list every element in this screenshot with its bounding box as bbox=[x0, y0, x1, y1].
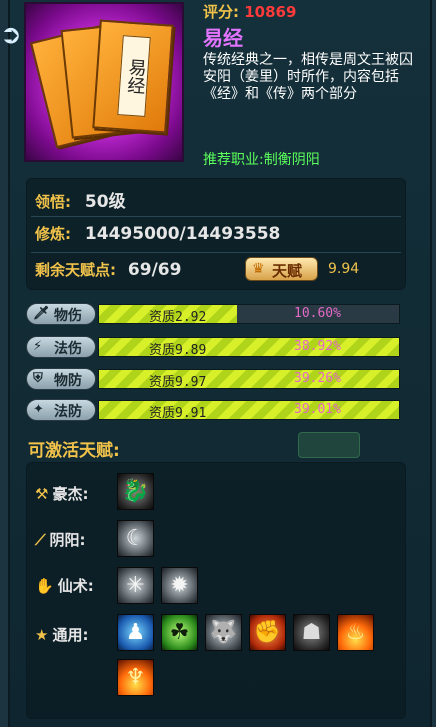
skill-icon-flame-aura[interactable]: ♨ bbox=[337, 614, 374, 651]
category-label: 阴阳: bbox=[49, 531, 86, 549]
book-icon: 易经 bbox=[92, 19, 174, 134]
item-description: 传统经典之一，相传是周文王被囚安阳（姜里）时所作，内容包括《经》和《传》两个部分 bbox=[203, 52, 413, 102]
comprehension-label: 领悟: bbox=[35, 193, 71, 211]
talents-box: ⚒ 豪杰: 🐉 ⟋ 阴阳: ☾ ✋ 仙术: ✳ ✹ ★ 通用: ♟ ☘ 🐺 ✊ ☗ ♨ … bbox=[26, 462, 406, 719]
talent-bonus-value: 9.94 bbox=[328, 261, 360, 277]
aptitude-tag[interactable]: ⛨ 物防 bbox=[26, 368, 96, 390]
sword-icon: 🗡 bbox=[33, 306, 50, 321]
faded-button bbox=[298, 432, 360, 458]
item-icon-yijing: 易经 bbox=[24, 2, 184, 162]
aptitude-percent: 38.92% bbox=[294, 339, 341, 354]
talent-button-label: 天赋 bbox=[272, 262, 303, 280]
recommended-class: 推荐职业:制衡阴阳 bbox=[203, 152, 320, 168]
aptitude-quality: 资质9.89 bbox=[149, 343, 207, 357]
pointer-arrow-icon: ➲ bbox=[0, 20, 22, 50]
talent-button[interactable]: ♛ 天赋 bbox=[245, 257, 318, 281]
rating-value: 10869 bbox=[244, 3, 297, 21]
aptitude-tag[interactable]: 🗡 物伤 bbox=[26, 303, 96, 325]
item-rating: 评分: 10869 bbox=[203, 1, 296, 22]
skill-icon-shadow[interactable]: ☗ bbox=[293, 614, 330, 651]
category-label: 豪杰: bbox=[52, 485, 89, 503]
crown-icon: ♛ bbox=[252, 261, 265, 277]
skill-icon-strength[interactable]: ☘ bbox=[161, 614, 198, 651]
aptitude-bar: 资质2.92 10.60% bbox=[98, 304, 400, 324]
rating-label: 评分: bbox=[203, 3, 239, 21]
aptitude-quality: 资质2.92 bbox=[149, 310, 207, 324]
aptitude-row: ⚡ 法伤 资质9.89 38.92% bbox=[26, 336, 404, 358]
aptitude-label: 物伤 bbox=[54, 308, 82, 324]
aptitude-bar: 资质9.89 38.92% bbox=[98, 337, 400, 357]
aptitude-tag[interactable]: ✦ 法防 bbox=[26, 399, 96, 421]
aptitude-quality: 资质9.97 bbox=[149, 375, 207, 389]
skill-icon-meditate[interactable]: ♟ bbox=[117, 614, 154, 651]
activatable-talents-title: 可激活天赋: bbox=[28, 441, 120, 461]
skill-icon-dragon[interactable]: 🐉 bbox=[117, 473, 154, 510]
shield-icon: ⛨ bbox=[33, 371, 43, 386]
aptitude-percent: 39.26% bbox=[294, 371, 341, 386]
star-icon: ★ bbox=[35, 626, 49, 644]
divider bbox=[31, 252, 401, 253]
skill-icon-wolf[interactable]: 🐺 bbox=[205, 614, 242, 651]
aptitude-percent: 39.01% bbox=[294, 402, 341, 417]
comprehension-row: 领悟: 50级 bbox=[35, 187, 126, 212]
category-label: 仙术: bbox=[57, 577, 94, 595]
aptitude-bar-fill bbox=[99, 401, 399, 419]
training-value: 14495000/14493558 bbox=[84, 224, 281, 244]
talent-points-value: 69/69 bbox=[127, 260, 182, 280]
axe-icon: ⚒ bbox=[35, 485, 49, 503]
aptitude-bar-fill bbox=[99, 338, 399, 356]
skill-icon-wind-slash[interactable]: ☾ bbox=[117, 520, 154, 557]
skill-icon-fist[interactable]: ✊ bbox=[249, 614, 286, 651]
aptitude-label: 物防 bbox=[54, 373, 82, 389]
aptitude-row: 🗡 物伤 资质2.92 10.60% bbox=[26, 303, 404, 325]
skill-icon-burst[interactable]: ✹ bbox=[161, 567, 198, 604]
aptitude-label: 法伤 bbox=[54, 341, 82, 357]
aptitude-row: ✦ 法防 资质9.91 39.01% bbox=[26, 399, 404, 421]
aptitude-tag[interactable]: ⚡ 法伤 bbox=[26, 336, 96, 358]
aptitude-quality: 资质9.91 bbox=[149, 406, 207, 420]
hand-icon: ✋ bbox=[35, 577, 54, 595]
book-title-label: 易经 bbox=[117, 35, 151, 117]
aptitude-bar: 资质9.97 39.26% bbox=[98, 369, 400, 389]
talent-category-general: ★ 通用: bbox=[35, 624, 88, 645]
talent-points-row: 剩余天赋点: 69/69 bbox=[35, 259, 181, 280]
aptitude-bar: 资质9.91 39.01% bbox=[98, 400, 400, 420]
training-row: 修炼: 14495000/14493558 bbox=[35, 223, 280, 244]
aptitude-label: 法防 bbox=[54, 404, 82, 420]
talent-category-yinyang: ⟋ 阴阳: bbox=[35, 529, 86, 550]
training-label: 修炼: bbox=[35, 225, 71, 243]
skill-icon-fire-ring[interactable]: ♆ bbox=[117, 659, 154, 696]
aptitude-percent: 10.60% bbox=[294, 306, 341, 321]
item-name: 易经 bbox=[203, 26, 243, 50]
divider bbox=[31, 216, 401, 217]
aptitude-row: ⛨ 物防 资质9.97 39.26% bbox=[26, 368, 404, 390]
aptitude-bar-fill bbox=[99, 370, 399, 388]
category-label: 通用: bbox=[52, 626, 89, 644]
lightning-icon: ⚡ bbox=[33, 339, 43, 354]
comprehension-value: 50级 bbox=[84, 192, 126, 212]
skill-icon-radiance[interactable]: ✳ bbox=[117, 567, 154, 604]
talent-points-label: 剩余天赋点: bbox=[35, 261, 116, 279]
talent-category-haojie: ⚒ 豪杰: bbox=[35, 483, 88, 504]
staff-icon: ⟋ bbox=[35, 531, 46, 549]
talent-category-xianshu: ✋ 仙术: bbox=[35, 575, 94, 596]
magic-shield-icon: ✦ bbox=[33, 402, 44, 417]
